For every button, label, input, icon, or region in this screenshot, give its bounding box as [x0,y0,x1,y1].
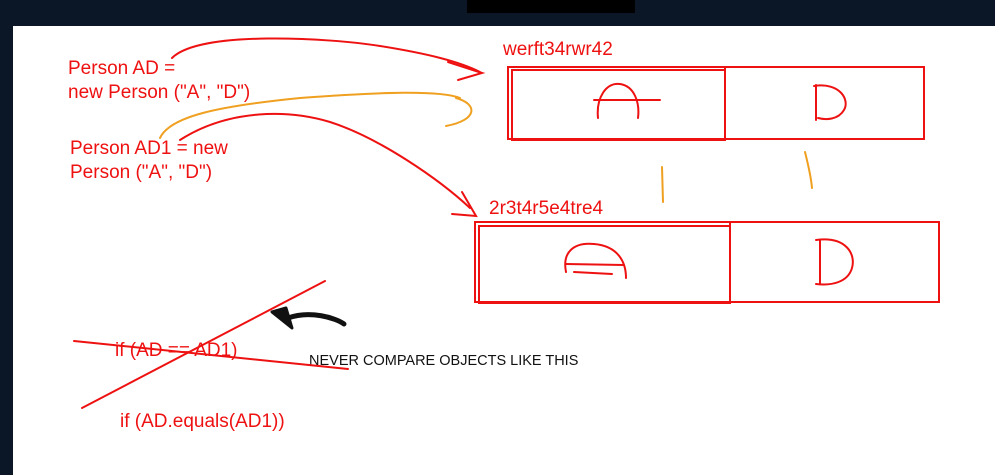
handwritten-a-2 [564,242,627,279]
reference-arrow-ad1 [179,112,478,218]
ink-drawing-layer [73,37,940,409]
object-box-1 [507,66,925,141]
object-box-2 [474,221,940,304]
equal-value-marks [661,151,813,203]
reference-arrow-ad1-orange [159,91,473,139]
pointer-arrow-icon [270,306,347,330]
handwritten-a-1 [593,82,661,119]
cross-out-marks [73,280,349,409]
reference-arrow-ad [171,37,486,81]
handwritten-d-1 [813,84,847,121]
handwritten-d-2 [815,238,854,286]
